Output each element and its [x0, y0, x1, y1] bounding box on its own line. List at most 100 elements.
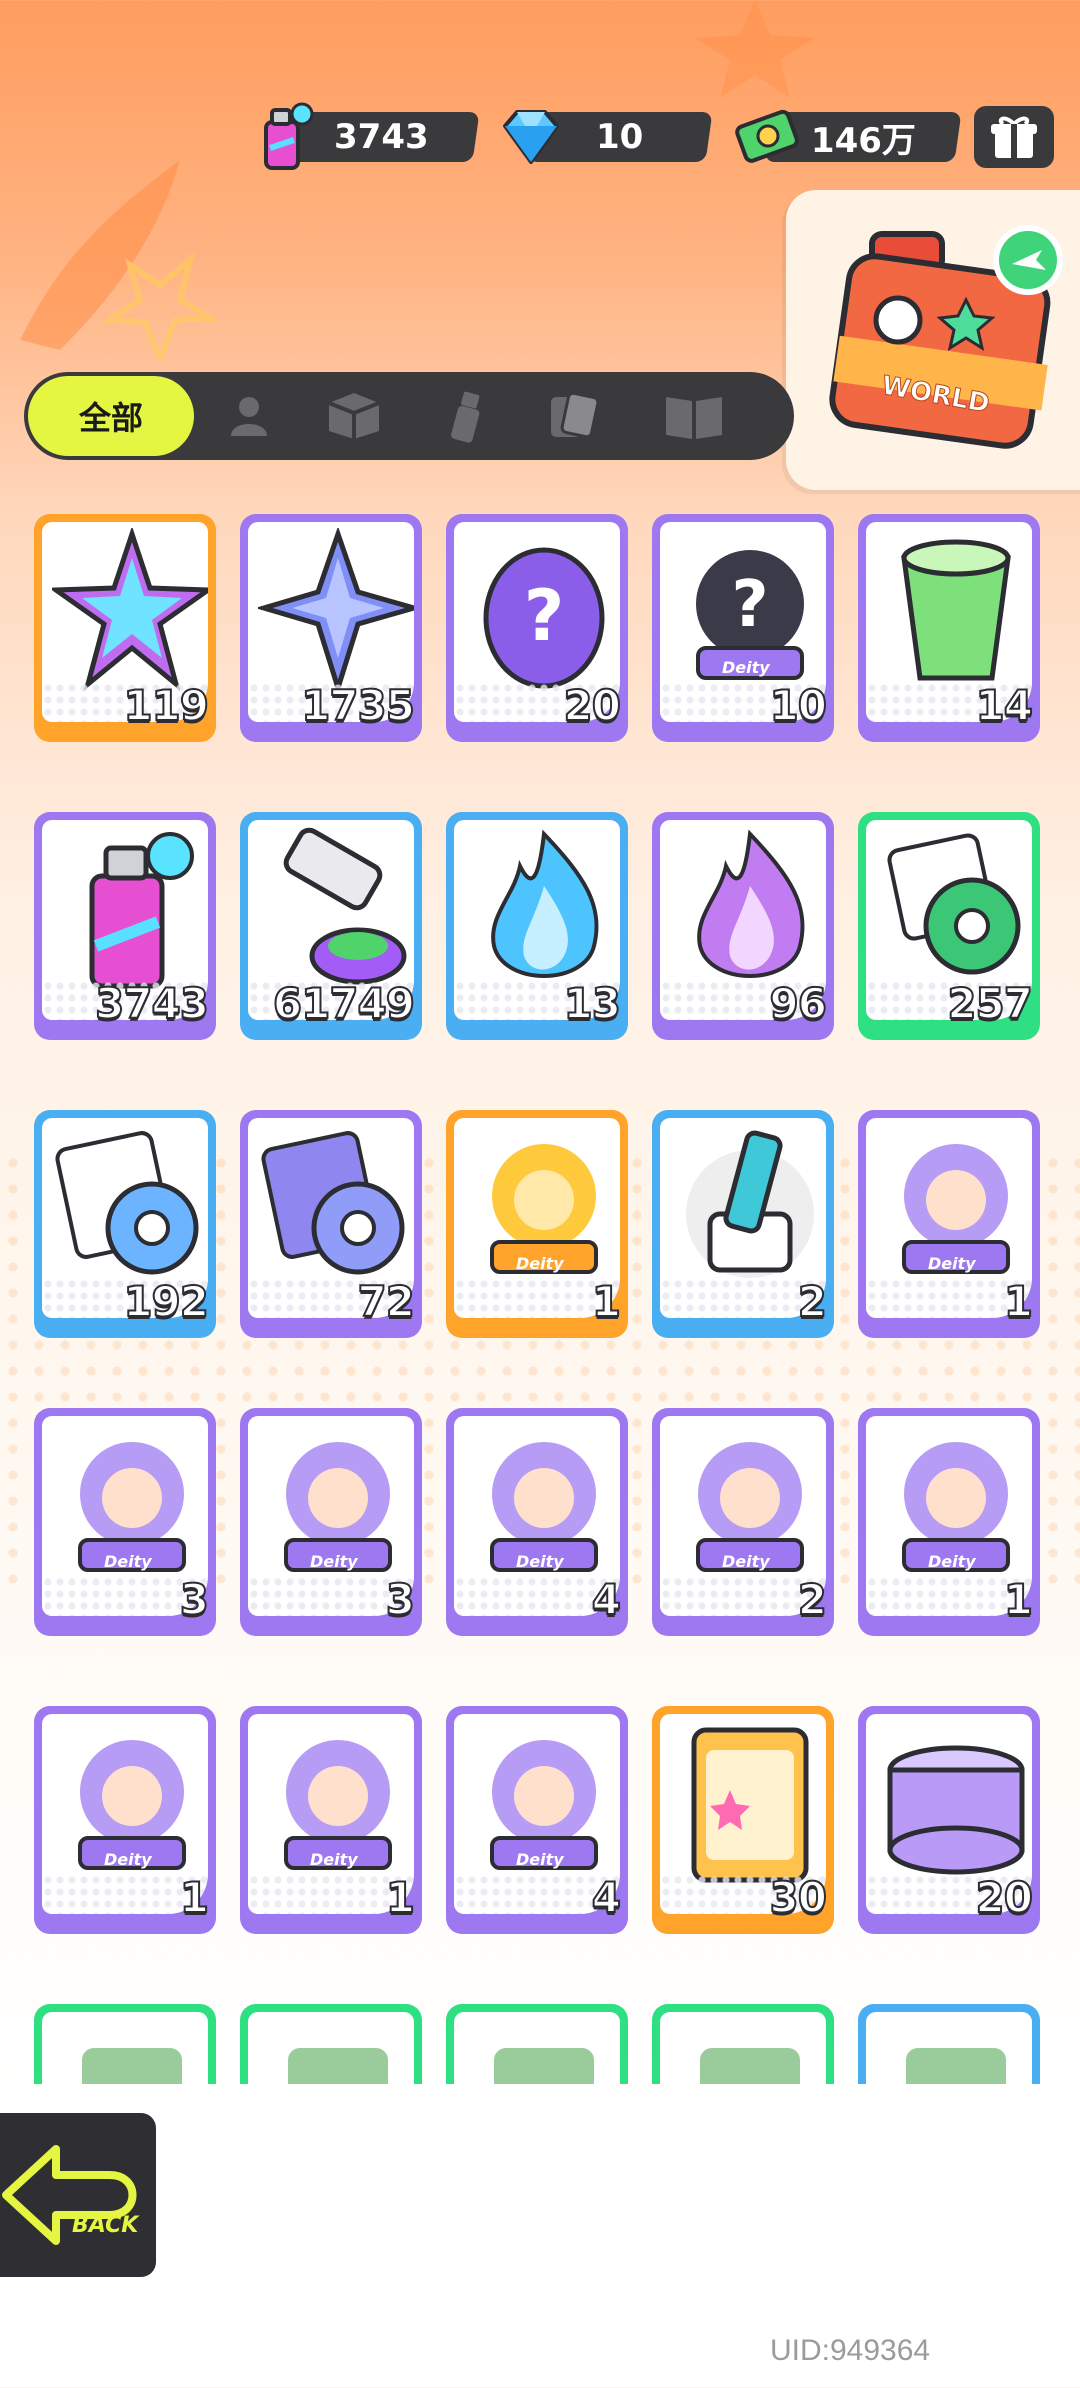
item-quantity: 4 [591, 1574, 622, 1625]
item-quantity: 1 [385, 1872, 416, 1923]
inventory-item[interactable]: Deity 2 [652, 1408, 834, 1636]
item-quantity: 4 [591, 1872, 622, 1923]
back-button[interactable]: BACK [0, 2108, 161, 2282]
inventory-item[interactable]: 14 [858, 514, 1040, 742]
inventory-item[interactable]: ? Deity 10 [652, 514, 834, 742]
inventory-item[interactable]: Deity 3 [34, 1408, 216, 1636]
currency-cash[interactable]: 146万 [732, 108, 962, 166]
deity-tag: Deity [310, 1552, 358, 1571]
inventory-item[interactable]: 2 [652, 1110, 834, 1338]
shop-menu-button[interactable] [974, 106, 1054, 168]
tab-all[interactable]: 全部 [28, 376, 194, 456]
back-button-label: BACK [72, 2213, 139, 2238]
inventory-item[interactable]: 192 [34, 1110, 216, 1338]
item-quantity: 192 [122, 1276, 210, 1327]
inventory-item[interactable]: Deity 4 [446, 1408, 628, 1636]
item-card-body [42, 2012, 208, 2084]
currency-cash-value: 146万 [810, 120, 916, 161]
inventory-item[interactable]: 3743 [34, 812, 216, 1040]
spray-can-icon [89, 832, 194, 989]
inventory-item[interactable]: Deity 1 [446, 1110, 628, 1338]
item-quantity: 20 [975, 1872, 1034, 1923]
category-tabs: 全部 [24, 372, 794, 460]
inventory-item[interactable]: Deity 1 [34, 1706, 216, 1934]
inventory-item[interactable]: 30 [652, 1706, 834, 1934]
item-quantity: 20 [563, 680, 622, 731]
inventory-item[interactable]: Deity 1 [858, 1110, 1040, 1338]
rainbow-star-icon [52, 528, 208, 691]
user-id: UID:949364 [770, 2334, 931, 2367]
tab-characters[interactable] [204, 372, 294, 460]
item-quantity: 1735 [300, 680, 416, 731]
inventory-item[interactable]: Deity 3 [240, 1408, 422, 1636]
gift-box-icon [991, 116, 1037, 158]
inventory-item[interactable]: 72 [240, 1110, 422, 1338]
tab-cards[interactable] [524, 372, 624, 460]
partial-item-icon [82, 2048, 182, 2084]
box-icon [328, 393, 380, 439]
item-quantity: 72 [357, 1276, 416, 1327]
item-quantity: 61749 [272, 978, 416, 1029]
inventory-item[interactable]: 61749 [240, 812, 422, 1040]
item-quantity: 3 [385, 1574, 416, 1625]
item-quantity: 3743 [94, 978, 210, 1029]
inventory-item[interactable]: Deity 1 [240, 1706, 422, 1934]
inventory-item[interactable]: 96 [652, 812, 834, 1040]
item-quantity: 96 [769, 978, 828, 1029]
background-star-icon [695, 0, 815, 98]
inventory-item[interactable] [652, 2004, 834, 2084]
currency-diamond-value: 10 [596, 117, 644, 157]
inventory-item[interactable] [446, 2004, 628, 2084]
item-quantity: 1 [1003, 1276, 1034, 1327]
tab-all-label: 全部 [78, 399, 143, 437]
cash-icon [735, 109, 799, 163]
tab-boxes[interactable] [304, 372, 404, 460]
svg-text:?: ? [524, 575, 565, 657]
mystery-egg-icon: ? [483, 547, 605, 689]
sticker-pack-icon [691, 1727, 809, 1883]
partial-item-icon [906, 2048, 1006, 2084]
inventory-item[interactable] [240, 2004, 422, 2084]
item-quantity: 1 [179, 1872, 210, 1923]
blue-flame-icon [491, 829, 599, 978]
deity-tag: Deity [928, 1254, 976, 1273]
inventory-item[interactable]: Deity 1 [858, 1408, 1040, 1636]
item-quantity: 2 [797, 1276, 828, 1327]
cards-icon [551, 391, 600, 439]
back-arrow-icon [2, 2145, 137, 2245]
deity-tag: Deity [928, 1552, 976, 1571]
inventory-item[interactable]: 1735 [240, 514, 422, 742]
inventory-item[interactable]: 119 [34, 514, 216, 742]
item-quantity: 1 [1003, 1574, 1034, 1625]
paint-tube-icon [283, 827, 407, 985]
inventory-item[interactable]: ? 20 [446, 514, 628, 742]
tab-collection[interactable] [639, 372, 749, 460]
inventory-item[interactable] [858, 2004, 1040, 2084]
svg-text:?: ? [731, 568, 768, 642]
drink-cup-icon [901, 539, 1011, 681]
suitcase-icon [829, 225, 1063, 449]
background-splash-icon [20, 160, 220, 360]
blue-star-icon [258, 528, 414, 697]
green-tape-icon [887, 833, 1021, 975]
currency-spray[interactable]: 3743 [250, 102, 480, 170]
item-quantity: 119 [122, 680, 210, 731]
item-quantity: 1 [591, 1276, 622, 1327]
deity-tag: Deity [516, 1850, 564, 1869]
usb-key-icon [686, 1130, 814, 1278]
deity-tag: Deity [104, 1850, 152, 1869]
item-quantity: 2 [797, 1574, 828, 1625]
purple-flame-icon [697, 829, 805, 978]
inventory-item[interactable]: 257 [858, 812, 1040, 1040]
tab-sprays[interactable] [414, 372, 514, 460]
inventory-item[interactable]: 13 [446, 812, 628, 1040]
currency-diamond[interactable]: 10 [495, 108, 715, 166]
spray-can-icon [264, 102, 314, 170]
inventory-item[interactable]: 20 [858, 1706, 1040, 1934]
inventory-item[interactable] [34, 2004, 216, 2084]
inventory-item[interactable]: Deity 4 [446, 1706, 628, 1934]
world-box-button[interactable]: WORLD [786, 190, 1080, 490]
person-icon [231, 397, 267, 436]
item-card-body [660, 2012, 826, 2084]
partial-item-icon [700, 2048, 800, 2084]
